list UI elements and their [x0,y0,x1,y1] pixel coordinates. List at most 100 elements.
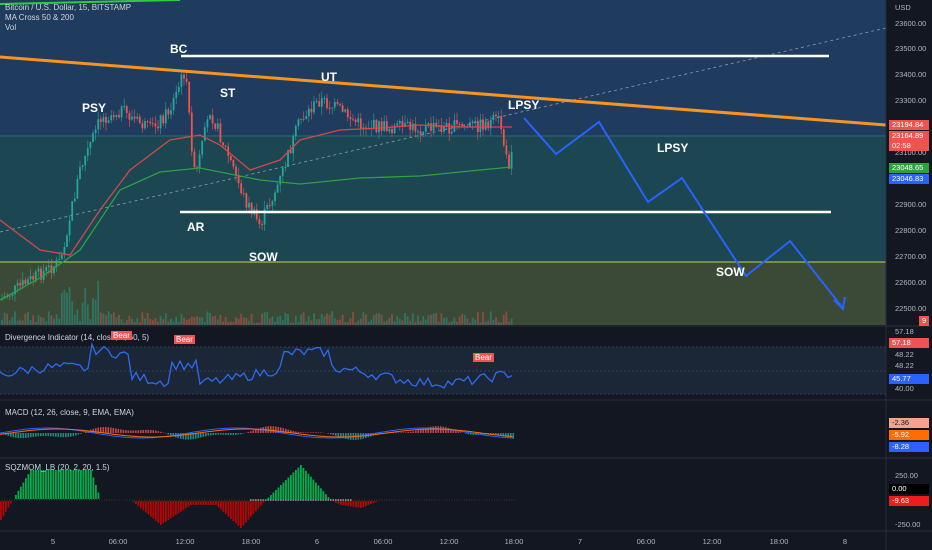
volume-bar [336,320,339,325]
macd-bar [57,433,60,437]
candle-body [79,167,81,179]
volume-bar [352,312,354,325]
candle-body [136,116,139,119]
candle-body [170,110,172,115]
macd-bar [347,433,350,440]
candle-body [102,117,105,123]
volume-bar [495,316,497,325]
volume-bar [372,315,375,325]
candle-body [448,122,451,134]
candle-body [125,106,128,113]
candle-body [378,121,380,133]
candle-body [24,280,27,284]
candle-body [201,140,204,155]
price-tick: 22900.00 [895,200,927,209]
volume-bar [427,315,430,325]
macd-bar [197,433,200,439]
macd-bar [252,430,255,433]
sqz-bar [35,470,37,500]
time-tick: 12:00 [702,537,722,546]
macd-bar [42,433,45,436]
candle-body [203,127,206,141]
macd-bar [77,433,80,435]
sqz-bar [272,492,275,500]
candle-body [419,131,422,135]
candle-body [164,109,167,124]
volume-bar [406,316,409,325]
macd-bar [260,427,262,433]
sqz-bar [302,467,305,500]
macd-bar [65,433,67,438]
chart-canvas[interactable] [0,0,932,550]
macd-bar [52,433,55,437]
volume-bar [274,321,276,325]
sqz-bar [5,500,7,512]
volume-bar [474,319,477,325]
macd-bar [217,433,220,435]
sqz-bar [222,500,225,512]
candle-body [492,114,495,120]
candle-body [294,125,297,136]
macd-bar [140,430,142,433]
sqz-bar [72,470,75,500]
macd-bar [297,431,300,433]
candle-body [8,295,11,297]
candle-body [458,123,461,125]
candle-body [154,123,157,127]
sqz-bar [227,500,230,517]
sqz-tag-value: -9.63 [889,496,929,506]
sqz-bar [297,467,300,500]
volume-bar [263,311,266,325]
macd-bar [235,433,237,435]
sqz-bar [85,470,87,500]
sqz-bar [217,500,220,508]
sqz-bar [17,490,20,500]
volume-bar [380,314,383,325]
candle-body [107,120,110,123]
candle-body [16,282,19,286]
time-tick: 12:00 [175,537,195,546]
volume-bar [157,321,159,325]
candle-body [47,265,50,267]
volume-bar [393,321,396,325]
volume-bar [370,319,373,325]
candle-body [112,115,115,118]
volume-bar [268,318,271,325]
macd-bar [420,429,422,433]
price-tick: 22500.00 [895,304,927,313]
volume-bar [341,314,344,325]
sqz-bar [162,500,165,524]
macd-bar [40,433,42,437]
volume-bar [29,320,32,325]
candle-body [375,119,378,133]
sqz-bar [240,500,242,528]
volume-bar [24,313,27,325]
volume-bar [76,309,79,325]
candle-body [240,183,243,194]
volume-bar [450,321,453,325]
candle-body [318,101,321,107]
sqz-bar [97,492,100,500]
sqz-bar [230,500,232,519]
volume-bar [8,320,11,325]
sqz-bar [257,500,260,509]
sqz-bar [82,470,85,500]
candle-body [180,74,183,87]
candle-body [58,259,61,261]
volume-bar [102,313,105,325]
sqz-bar [242,500,245,526]
macd-bar [230,433,232,435]
macd-bar [30,433,32,438]
volume-bar [250,313,253,325]
sqz-bar [175,500,177,515]
sqz-bar [160,500,162,525]
volume-bar [440,313,443,325]
volume-bar [388,317,391,325]
candle-body [341,105,344,112]
candle-body [456,120,458,124]
sqz-bar [355,500,357,508]
sqz-bar [250,500,252,517]
sqz-bar [235,500,237,524]
macd-bar [145,429,147,433]
macd-bar [457,431,460,433]
